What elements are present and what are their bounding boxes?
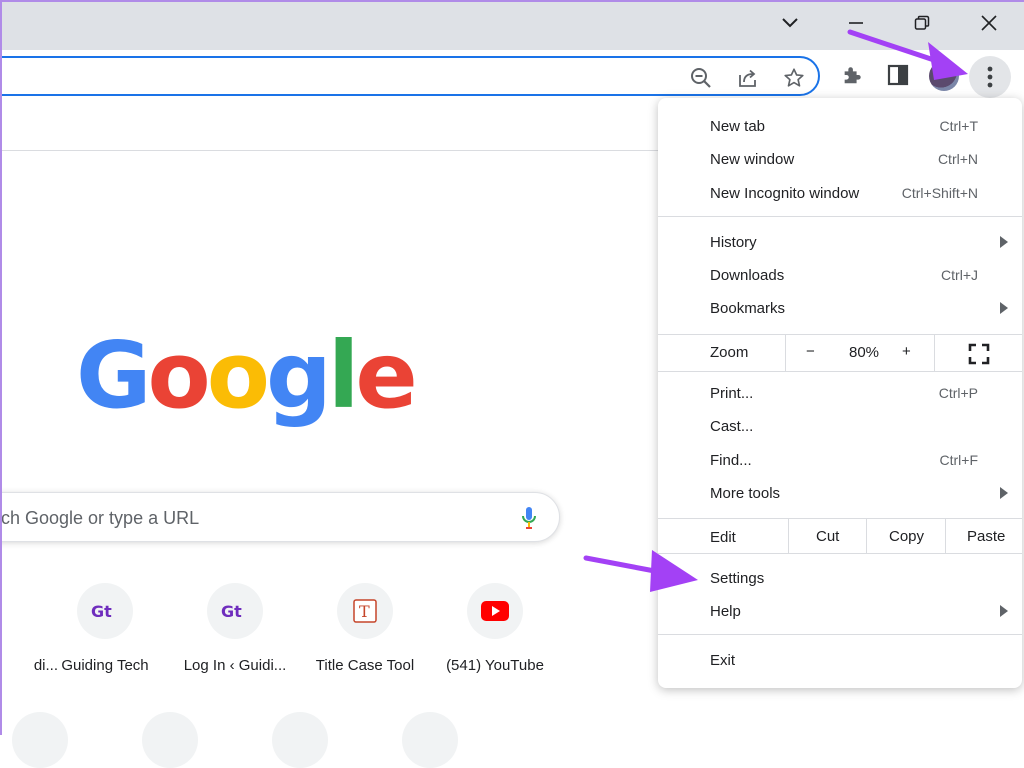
menu-item-more-tools[interactable]: More tools [658,477,1022,510]
svg-text:Gt: Gt [91,602,112,620]
edit-divider [788,519,789,553]
edit-divider [866,519,867,553]
logo-letter: o [206,322,270,429]
edit-divider [945,519,946,553]
edit-label: Edit [710,529,736,546]
menu-item-print[interactable]: Print... Ctrl+P [658,377,1022,410]
zoom-label: Zoom [710,344,749,361]
menu-divider [658,553,1022,554]
edit-row: Edit Cut Copy Paste [658,519,1022,553]
share-icon[interactable] [736,66,760,90]
youtube-icon [467,583,523,639]
zoom-in-button[interactable]: + [902,343,911,360]
shortcut-tile[interactable] [12,712,68,768]
t-logo-icon: T [337,583,393,639]
zoom-divider [785,335,786,371]
svg-text:Gt: Gt [221,602,242,620]
annotation-arrow-icon [583,550,698,592]
google-logo: Google [76,322,418,429]
gt-logo-icon: Gt [77,583,133,639]
logo-letter: e [355,322,417,429]
shortcut-tile[interactable] [142,712,198,768]
svg-text:T: T [359,602,370,621]
menu-item-exit[interactable]: Exit [658,644,1022,677]
menu-item-new-tab[interactable]: New tab Ctrl+T [658,110,1022,143]
menu-item-find[interactable]: Find... Ctrl+F [658,444,1022,477]
tab-search-icon[interactable] [767,0,813,46]
menu-divider [658,634,1022,635]
shortcut-tile[interactable] [272,712,328,768]
chrome-menu: New tab Ctrl+T New window Ctrl+N New Incog… [658,98,1022,688]
shortcut-label: Guiding Tech [61,657,149,674]
zoom-row: Zoom − 80% + [658,335,1022,371]
submenu-arrow-icon [1000,487,1008,499]
submenu-arrow-icon [1000,302,1008,314]
menu-item-new-incognito-window[interactable]: New Incognito window Ctrl+Shift+N [658,177,1022,210]
annotation-arrow-icon [847,29,968,80]
search-placeholder: rch Google or type a URL [0,508,200,528]
menu-divider [658,371,1022,372]
menu-item-settings[interactable]: Settings [658,562,1022,595]
zoom-out-button[interactable]: − [806,343,815,360]
shortcut-label: Log In ‹ Guidi... [183,657,287,674]
shortcut-tile[interactable]: Gt Guiding Tech [45,583,165,674]
logo-letter: g [265,322,332,429]
shortcut-label: (541) YouTube [446,657,544,674]
gt-logo-icon: Gt [207,583,263,639]
logo-letter: l [327,322,359,429]
menu-item-new-window[interactable]: New window Ctrl+N [658,143,1022,176]
logo-letter: G [76,322,151,429]
shortcut-tile[interactable]: (541) YouTube [435,583,555,674]
submenu-arrow-icon [1000,605,1008,617]
menu-item-history[interactable]: History [658,226,1022,259]
address-bar[interactable] [0,56,820,96]
shortcut-tile[interactable]: Gt Log In ‹ Guidi... [175,583,295,674]
logo-letter: o [147,322,211,429]
bookmarks-bar-divider [0,150,660,151]
zoom-out-icon[interactable] [689,66,713,90]
copy-button[interactable]: Copy [889,528,924,545]
search-input[interactable]: rch Google or type a URL [0,492,560,542]
zoom-level: 80% [849,344,880,361]
menu-item-cast[interactable]: Cast... [658,410,1022,443]
shortcut-label: Title Case Tool [315,657,415,674]
submenu-arrow-icon [1000,236,1008,248]
star-icon[interactable] [782,66,806,90]
paste-button[interactable]: Paste [967,528,1005,545]
menu-item-help[interactable]: Help [658,595,1022,628]
zoom-divider [934,335,935,371]
shortcut-tile[interactable]: T Title Case Tool [305,583,425,674]
shortcut-tile[interactable] [402,712,458,768]
fullscreen-icon[interactable] [968,343,990,369]
menu-item-bookmarks[interactable]: Bookmarks [658,292,1022,325]
microphone-icon[interactable] [521,506,537,535]
cut-button[interactable]: Cut [816,528,839,545]
menu-divider [658,216,1022,217]
menu-item-downloads[interactable]: Downloads Ctrl+J [658,259,1022,292]
